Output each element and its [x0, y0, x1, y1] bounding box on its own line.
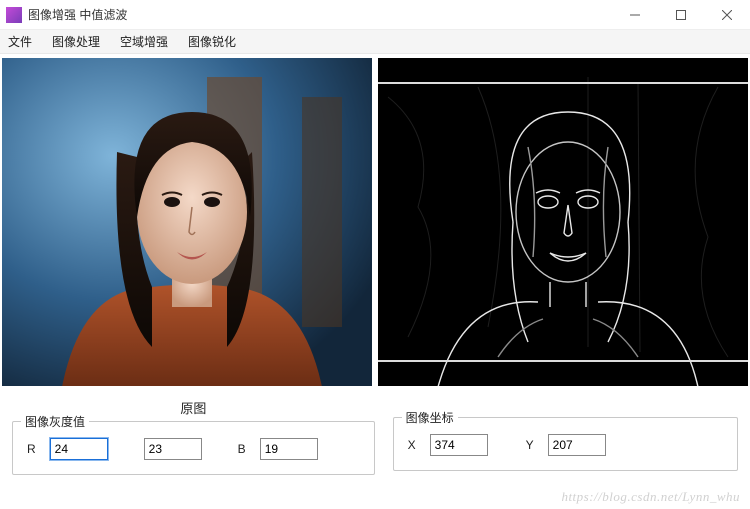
- top-border-line: [378, 82, 748, 84]
- b-label: B: [238, 442, 246, 456]
- close-button[interactable]: [704, 0, 750, 30]
- minimize-icon: [630, 10, 640, 20]
- original-image-pane[interactable]: [2, 58, 372, 386]
- menu-bar: 文件 图像处理 空域增强 图像锐化: [0, 30, 750, 54]
- menu-spatial-enhance[interactable]: 空域增强: [120, 33, 168, 50]
- x-input[interactable]: [430, 434, 488, 456]
- minimize-button[interactable]: [612, 0, 658, 30]
- bottom-panels: 原图 图像灰度值 R B 图像坐标 X Y: [0, 388, 750, 479]
- menu-file[interactable]: 文件: [8, 33, 32, 50]
- close-icon: [722, 10, 732, 20]
- b-input[interactable]: [260, 438, 318, 460]
- bottom-border-line: [378, 360, 748, 362]
- g-input[interactable]: [144, 438, 202, 460]
- left-panel: 原图 图像灰度值 R B: [12, 398, 375, 475]
- maximize-icon: [676, 10, 686, 20]
- r-label: R: [27, 442, 36, 456]
- original-image: [2, 58, 372, 386]
- processed-image-pane[interactable]: [378, 58, 748, 386]
- window-title: 图像增强 中值滤波: [28, 6, 127, 23]
- y-label: Y: [526, 438, 534, 452]
- gray-group-label: 图像灰度值: [21, 413, 89, 430]
- processed-image: [378, 58, 748, 386]
- y-input[interactable]: [548, 434, 606, 456]
- gray-value-group: 图像灰度值 R B: [12, 421, 375, 475]
- right-panel: 图像坐标 X Y: [393, 398, 738, 475]
- coord-group-label: 图像坐标: [402, 409, 458, 426]
- maximize-button[interactable]: [658, 0, 704, 30]
- watermark-text: https://blog.csdn.net/Lynn_whu: [561, 489, 740, 505]
- coord-group: 图像坐标 X Y: [393, 417, 738, 471]
- menu-image-processing[interactable]: 图像处理: [52, 33, 100, 50]
- app-icon: [6, 7, 22, 23]
- r-input[interactable]: [50, 438, 108, 460]
- title-bar: 图像增强 中值滤波: [0, 0, 750, 30]
- menu-image-sharpen[interactable]: 图像锐化: [188, 33, 236, 50]
- image-area: [0, 54, 750, 388]
- x-label: X: [408, 438, 416, 452]
